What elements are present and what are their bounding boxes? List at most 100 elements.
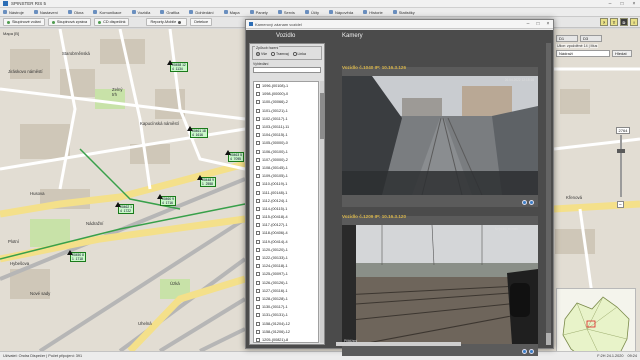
vehicle-list-item[interactable]: 1131-(00131)-1 [254,311,318,319]
search-button[interactable]: Hledat [612,50,632,57]
vehicle-checkbox[interactable] [256,321,260,326]
vehicle-list-item[interactable]: 1107-(00000)-2 [254,156,318,164]
dispatch-button[interactable]: CD dispečink [94,18,130,26]
scrollbar-thumb[interactable] [546,333,551,345]
vehicle-list-item[interactable]: 1101-(00121)-1 [254,107,318,115]
vehicle-list-item[interactable]: 1106-(00100)-1 [254,148,318,156]
menu-item-1[interactable]: Nastavení [33,10,58,15]
radio-tram[interactable]: Tramvaj [271,52,289,56]
menu-item-0[interactable]: Nástroje [3,10,24,15]
menu-item-11[interactable]: Nápověda [328,10,353,15]
vehicle-marker[interactable]: 00463 5 4 7095 [225,150,244,162]
menu-item-4[interactable]: Vozidla [131,10,150,15]
zoom-out-button[interactable]: − [617,201,624,208]
vehicle-checkbox[interactable] [256,100,260,105]
play-icon[interactable] [522,200,527,205]
vehicle-checkbox[interactable] [256,247,260,252]
vehicle-list-item[interactable]: 1098-(00000)-0 [254,90,318,98]
dialog-maximize-button[interactable]: □ [533,21,543,27]
vehicle-checkbox[interactable] [256,125,260,130]
overview-map[interactable] [556,288,636,351]
vehicle-checkbox[interactable] [256,206,260,211]
vehicle-list-item[interactable]: 1130-(00117)-1 [254,303,318,311]
vehicle-list-item[interactable]: 1127-(00116)-1 [254,287,318,295]
vehicle-list-item[interactable]: 1108-(00145)-1 [254,164,318,172]
vehicle-list-item[interactable]: 1112-(00124)-1 [254,197,318,205]
vehicle-checkbox[interactable] [256,108,260,113]
vehicle-list-item[interactable]: 1120-(00120)-1 [254,246,318,254]
vehicle-list-item[interactable]: 1103-(00111)-11 [254,123,318,131]
vehicle-list-item[interactable]: 1119-(00414)-4 [254,238,318,246]
vehicle-list-item[interactable]: 1109-(00105)-1 [254,172,318,180]
vehicle-list-item[interactable]: 1205-(00821)-8 [254,336,318,342]
vehicle-checkbox[interactable] [256,149,260,154]
display-button[interactable]: D [620,18,628,26]
menu-item-13[interactable]: Statistiky [392,10,415,15]
dialog-horizontal-scrollbar[interactable] [336,342,461,346]
vehicle-list-item[interactable]: 1111-(00148)-1 [254,188,318,196]
tab-d1[interactable]: D1 [556,35,578,42]
vehicle-checkbox[interactable] [256,231,260,236]
vehicle-list-item[interactable]: 1158-(01206)-12 [254,328,318,336]
vehicle-checkbox[interactable] [256,337,260,342]
vehicle-list-item[interactable]: 1105-(00000)-0 [254,139,318,147]
vehicle-checkbox[interactable] [256,280,260,285]
vehicle-marker[interactable]: 00460 9 4 1716 [157,194,176,206]
alert-button[interactable]: ! [630,18,638,26]
vehicle-list-item[interactable]: 1124-(00118)-1 [254,262,318,270]
vehicle-checkbox[interactable] [256,329,260,334]
close-button[interactable]: × [628,1,640,7]
zoom-slider-thumb[interactable] [617,149,625,153]
group-message-button[interactable]: Skupinová zpráva [47,18,92,26]
vehicle-marker[interactable]: 00450 8 1 1718 [67,250,86,262]
vehicle-list[interactable]: 1096-(00108)-1 1098-(00000)-0 1100-(00066)… [253,81,319,343]
detection-button[interactable]: Detekce [190,18,213,26]
vehicle-list-item[interactable]: 1118-(00406)-4 [254,229,318,237]
menu-item-12[interactable]: Historie [363,10,383,15]
vehicle-checkbox[interactable] [256,313,260,318]
vehicle-list-item[interactable]: 1115-(00418)-4 [254,213,318,221]
vehicle-list-item[interactable]: 1117-(00127)-1 [254,221,318,229]
dialog-minimize-button[interactable]: – [523,21,533,27]
vehicle-marker[interactable]: 00462 1 4 1722 [115,202,134,214]
vehicle-checkbox[interactable] [256,256,260,261]
dialog-close-button[interactable]: × [543,21,553,27]
vehicle-checkbox[interactable] [256,84,260,89]
vehicle-list-item[interactable]: 1126-(00126)-1 [254,279,318,287]
menu-item-9[interactable]: Servis [277,10,295,15]
vehicle-checkbox[interactable] [256,165,260,170]
vehicle-list-item[interactable]: 1128-(00128)-1 [254,295,318,303]
maximize-button[interactable]: □ [616,1,628,7]
vehicle-list-item[interactable]: 1110-(00119)-1 [254,180,318,188]
vehicle-checkbox[interactable] [256,157,260,162]
group-call-button[interactable]: Skupinové volání [3,18,45,26]
vehicle-checkbox[interactable] [256,198,260,203]
scrollbar-thumb[interactable] [320,93,324,139]
vehicle-marker[interactable]: 00458 12 4 1134 [167,60,188,72]
minimize-button[interactable]: – [604,1,616,7]
menu-item-7[interactable]: Mapa [223,10,240,15]
play-icon[interactable] [522,349,527,354]
vehicle-checkbox[interactable] [256,141,260,146]
vehicle-list-item[interactable]: 1122-(00133)-1 [254,254,318,262]
menu-item-3[interactable]: Komunikace [93,10,122,15]
radio-line[interactable]: Linka [292,52,306,56]
vehicle-search-input[interactable] [253,67,321,73]
vehicle-list-item[interactable]: 1096-(00108)-1 [254,82,318,90]
menu-item-10[interactable]: Účty [304,10,319,15]
vehicle-list-item[interactable]: 1102-(00117)-1 [254,115,318,123]
vehicle-checkbox[interactable] [256,264,260,269]
menu-item-6[interactable]: Dohledání [189,10,214,15]
dialog-scrollbar[interactable] [546,43,551,345]
menu-item-8[interactable]: Panely [249,10,268,15]
tab-d3[interactable]: D3 [580,35,602,42]
vehicle-list-item[interactable]: 1104-(00115)-1 [254,131,318,139]
vehicle-checkbox[interactable] [256,215,260,220]
menu-item-2[interactable]: Okna [67,10,83,15]
vehicle-checkbox[interactable] [256,92,260,97]
vehicle-checkbox[interactable] [256,116,260,121]
menu-item-5[interactable]: Grafika [160,10,179,15]
help-button[interactable]: ? [600,18,608,26]
vehicle-checkbox[interactable] [256,239,260,244]
vehicle-checkbox[interactable] [256,223,260,228]
